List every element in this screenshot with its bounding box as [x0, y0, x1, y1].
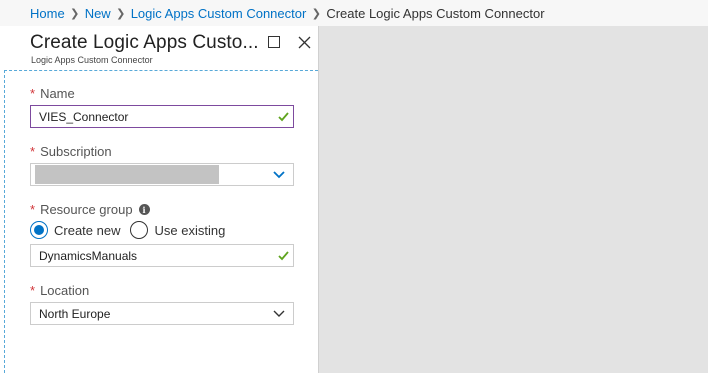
required-marker: *: [30, 144, 36, 159]
name-label: * Name: [30, 86, 75, 101]
blade-focus-outline: [4, 70, 5, 373]
blade-title: Create Logic Apps Custo...: [30, 32, 259, 53]
radio-create-new-label: Create new: [54, 222, 121, 238]
info-icon[interactable]: i: [138, 204, 150, 215]
resource-group-field-value: DynamicsManuals: [39, 248, 138, 263]
location-label-text: Location: [40, 283, 90, 298]
radio-selected-indicator: [30, 221, 48, 239]
blade-subtitle: Logic Apps Custom Connector: [31, 55, 153, 65]
chevron-right-icon: ❯: [116, 7, 126, 20]
subscription-select[interactable]: [30, 163, 294, 186]
location-label: * Location: [30, 283, 89, 298]
maximize-icon[interactable]: [266, 34, 282, 50]
required-marker: *: [30, 86, 36, 101]
subscription-label-text: Subscription: [40, 144, 112, 159]
breadcrumb-home[interactable]: Home: [30, 6, 65, 21]
location-select[interactable]: North Europe: [30, 302, 294, 325]
blade-header-divider: [4, 70, 318, 71]
name-field-value: VIES_Connector: [39, 109, 129, 124]
chevron-down-icon: [273, 310, 285, 317]
radio-use-existing[interactable]: Use existing: [130, 221, 225, 239]
radio-create-new[interactable]: Create new: [30, 221, 120, 239]
radio-unselected-indicator: [130, 221, 149, 239]
location-select-value: North Europe: [39, 306, 111, 321]
resource-group-radio-group: Create new Use existing: [30, 221, 235, 239]
checkmark-icon: [278, 251, 289, 261]
breadcrumb-logic-apps-custom-connector[interactable]: Logic Apps Custom Connector: [131, 6, 307, 21]
required-marker: *: [30, 202, 36, 217]
create-connector-blade: Create Logic Apps Custo... Logic Apps Cu…: [0, 26, 319, 373]
chevron-right-icon: ❯: [70, 7, 80, 20]
checkmark-icon: [278, 112, 289, 122]
resource-group-label-text: Resource group: [40, 202, 133, 217]
subscription-label: * Subscription: [30, 144, 112, 159]
breadcrumb: Home ❯ New ❯ Logic Apps Custom Connector…: [0, 0, 708, 26]
breadcrumb-new[interactable]: New: [85, 6, 111, 21]
required-marker: *: [30, 283, 36, 298]
radio-use-existing-label: Use existing: [154, 222, 226, 238]
name-field[interactable]: VIES_Connector: [30, 105, 294, 128]
breadcrumb-current: Create Logic Apps Custom Connector: [326, 5, 545, 21]
resource-group-field[interactable]: DynamicsManuals: [30, 244, 294, 267]
chevron-right-icon: ❯: [311, 7, 321, 20]
chevron-down-icon: [273, 171, 285, 179]
name-label-text: Name: [40, 86, 75, 101]
close-icon[interactable]: [296, 34, 312, 50]
resource-group-label: * Resource group i: [30, 202, 150, 217]
subscription-value-redacted: [35, 165, 219, 184]
